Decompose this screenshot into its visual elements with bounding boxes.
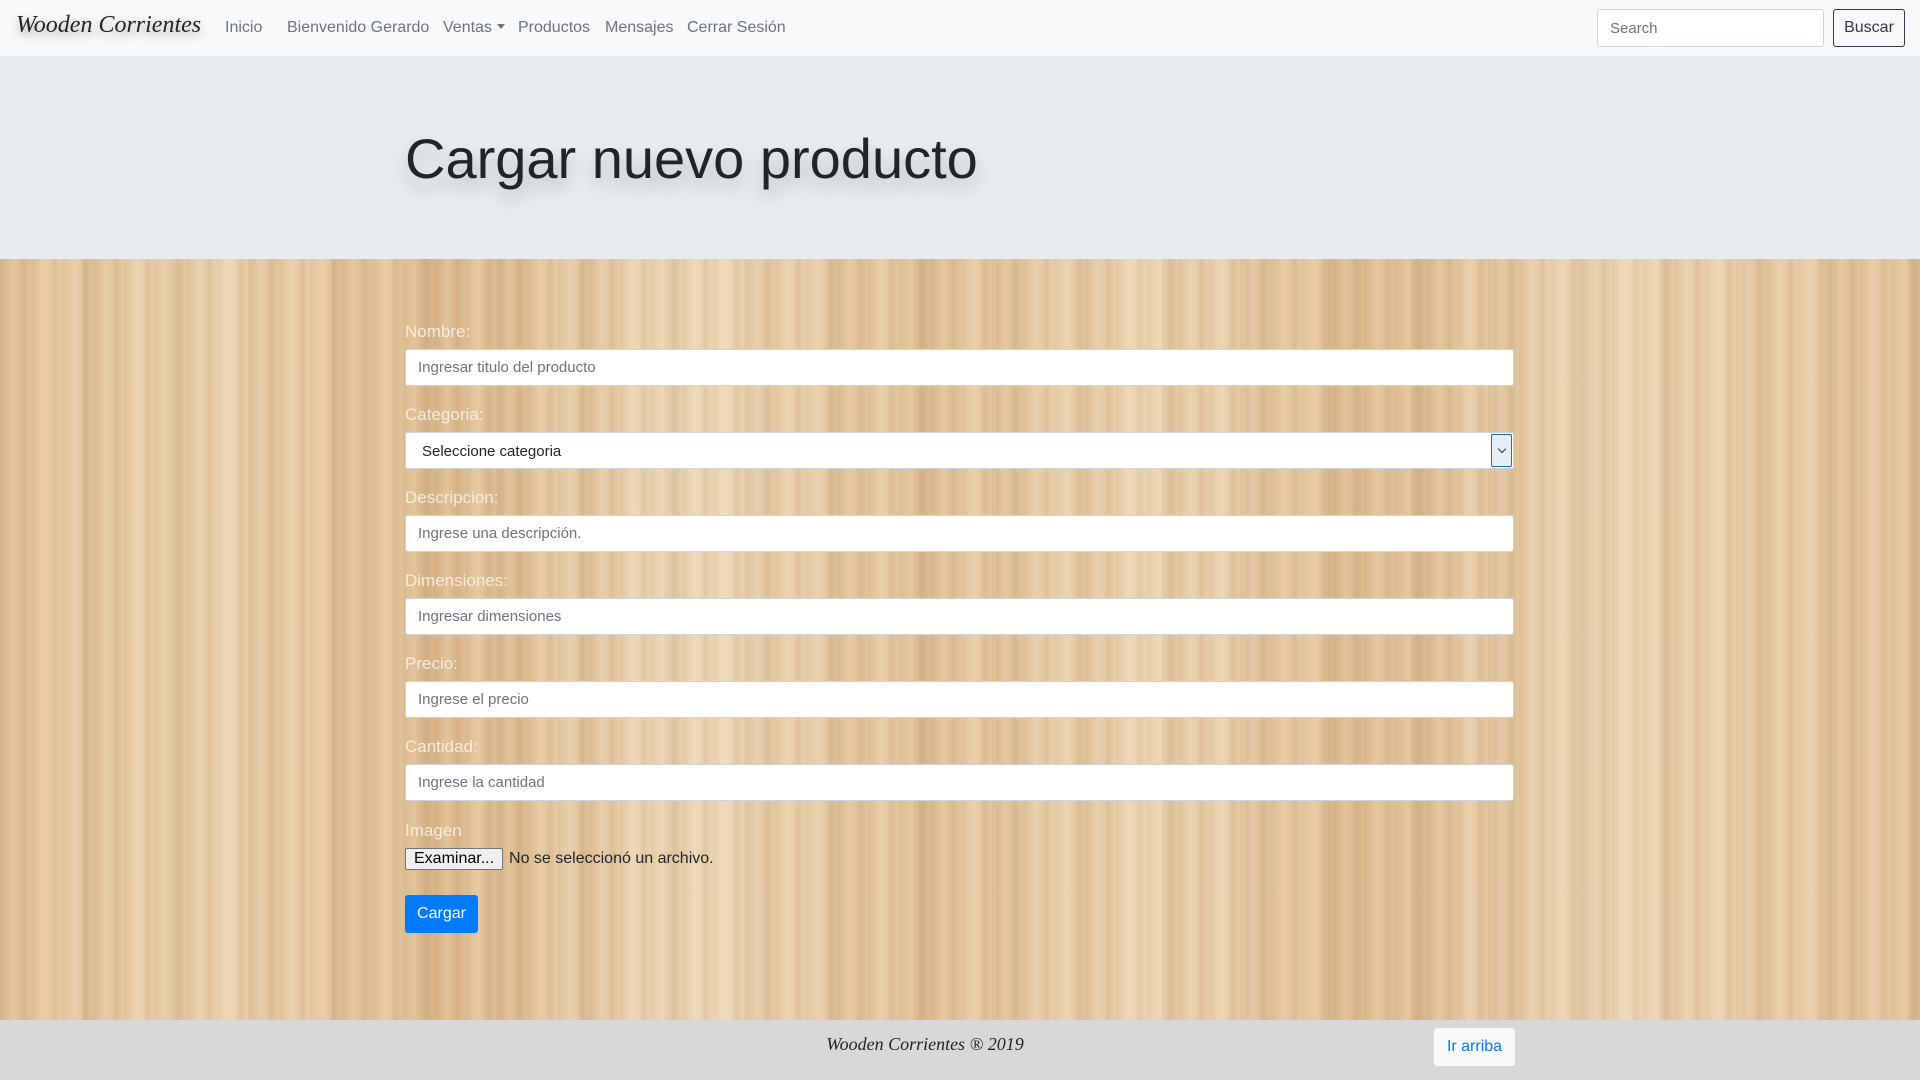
precio-input[interactable] [405, 681, 1514, 718]
page-header: Cargar nuevo producto [0, 56, 1920, 259]
back-to-top-button[interactable]: Ir arriba [1434, 1028, 1515, 1066]
page-title: Cargar nuevo producto [405, 127, 978, 190]
descripcion-input[interactable] [405, 515, 1514, 552]
dimensiones-label: Dimensiones: [405, 571, 508, 590]
brand-logo[interactable]: Wooden Corrientes [16, 12, 201, 39]
nav-link-mensajes[interactable]: Mensajes [605, 19, 673, 37]
imagen-label: Imagen [405, 821, 462, 840]
cantidad-input[interactable] [405, 764, 1514, 801]
nombre-label: Nombre: [405, 322, 471, 341]
chevron-down-icon[interactable] [1491, 434, 1512, 467]
browse-file-button[interactable]: Examinar... [405, 848, 504, 870]
nav-link-bienvenido[interactable]: Bienvenido Gerardo [287, 19, 429, 37]
footer: Wooden Corrientes ® 2019 Ir arriba [0, 1020, 1920, 1080]
navbar: Wooden Corrientes Inicio Bienvenido Gera… [0, 0, 1920, 56]
imagen-file-input: Examinar... No se seleccionó un archivo. [405, 848, 714, 870]
caret-down-icon [496, 24, 505, 29]
cantidad-label: Cantidad: [405, 737, 478, 756]
search-input[interactable] [1597, 9, 1824, 47]
nav-dropdown-ventas[interactable]: Ventas [443, 19, 505, 37]
nav-link-productos[interactable]: Productos [518, 19, 590, 37]
footer-copyright: Wooden Corrientes ® 2019 [826, 1034, 1024, 1054]
cargar-button[interactable]: Cargar [405, 895, 478, 933]
nombre-input[interactable] [405, 349, 1514, 386]
categoria-select[interactable]: Seleccione categoria [405, 432, 1514, 469]
categoria-selected-value: Seleccione categoria [422, 443, 562, 460]
nav-link-cerrar-sesion[interactable]: Cerrar Sesión [687, 19, 786, 37]
nav-link-inicio[interactable]: Inicio [225, 19, 262, 37]
precio-label: Precio: [405, 654, 458, 673]
nav-dropdown-ventas-label: Ventas [443, 19, 492, 36]
file-status-text: No se seleccionó un archivo. [509, 850, 714, 867]
search-button[interactable]: Buscar [1833, 9, 1905, 47]
descripcion-label: Descripcion: [405, 488, 499, 507]
dimensiones-input[interactable] [405, 598, 1514, 635]
categoria-label: Categoria: [405, 405, 484, 424]
